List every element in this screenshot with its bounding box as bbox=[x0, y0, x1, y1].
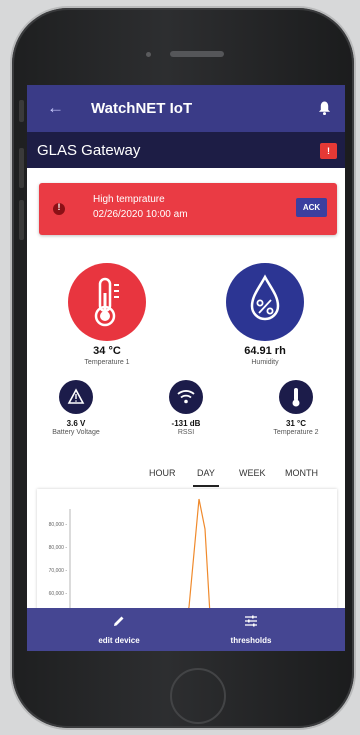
rssi-value: -131 dB bbox=[171, 419, 201, 428]
alert-banner: High temprature 02/26/2020 10:00 am ACK bbox=[39, 183, 337, 235]
thermometer-icon bbox=[292, 388, 300, 407]
front-camera bbox=[146, 52, 151, 57]
sensor-temperature-2[interactable]: 31 °C Temperature 2 bbox=[251, 380, 341, 436]
tab-day[interactable]: DAY bbox=[193, 465, 219, 487]
humidity-label: Humidity bbox=[251, 359, 279, 366]
volume-up-button bbox=[19, 148, 24, 188]
app-title: WatchNET IoT bbox=[91, 100, 193, 117]
humidity-value: 64.91 rh bbox=[244, 345, 286, 357]
temperature-1-label: Temperature 1 bbox=[84, 359, 130, 366]
pencil-icon bbox=[114, 616, 124, 626]
edit-device-button[interactable]: edit device bbox=[69, 614, 169, 645]
battery-voltage-value: 3.6 V bbox=[66, 419, 86, 428]
alert-title: High temprature bbox=[93, 194, 165, 205]
mute-switch bbox=[19, 100, 24, 122]
earpiece-speaker bbox=[170, 51, 224, 57]
thresholds-label: thresholds bbox=[230, 636, 272, 645]
temperature-2-circle bbox=[279, 380, 313, 414]
humidity-drop-icon bbox=[250, 274, 280, 321]
tab-hour[interactable]: HOUR bbox=[149, 465, 176, 485]
thermometer-icon bbox=[94, 277, 119, 327]
bell-icon[interactable] bbox=[318, 100, 331, 116]
app-bar: ← WatchNET IoT bbox=[27, 85, 345, 132]
humidity-circle bbox=[226, 263, 304, 341]
tab-month[interactable]: MONTH bbox=[285, 465, 318, 485]
sensor-temperature-1[interactable]: 34 °C Temperature 1 bbox=[47, 263, 167, 366]
alert-icon bbox=[53, 202, 65, 215]
rssi-circle bbox=[169, 380, 203, 414]
battery-voltage-label: Battery Voltage bbox=[52, 429, 100, 436]
bottom-action-bar: edit device thresholds bbox=[27, 608, 345, 651]
sliders-icon bbox=[245, 615, 257, 627]
alert-timestamp: 02/26/2020 10:00 am bbox=[93, 209, 188, 220]
tab-week[interactable]: WEEK bbox=[239, 465, 266, 485]
temperature-1-value: 34 °C bbox=[93, 345, 121, 357]
wifi-icon bbox=[177, 390, 195, 404]
alert-badge-icon[interactable]: ! bbox=[320, 143, 337, 159]
time-range-tabs: HOUR DAY WEEK MONTH bbox=[143, 465, 343, 487]
battery-circle bbox=[59, 380, 93, 414]
home-button[interactable] bbox=[170, 668, 226, 724]
temperature-circle bbox=[68, 263, 146, 341]
edit-device-label: edit device bbox=[98, 636, 140, 645]
volume-down-button bbox=[19, 200, 24, 240]
sensor-rssi[interactable]: -131 dB RSSI bbox=[141, 380, 231, 436]
back-arrow-icon[interactable]: ← bbox=[47, 98, 64, 118]
device-title: GLAS Gateway bbox=[37, 142, 141, 159]
device-header: GLAS Gateway ! bbox=[27, 132, 345, 168]
app-screen: ← WatchNET IoT GLAS Gateway ! High tempr… bbox=[27, 85, 345, 651]
ack-button[interactable]: ACK bbox=[296, 198, 327, 217]
thresholds-button[interactable]: thresholds bbox=[201, 614, 301, 645]
warning-icon bbox=[67, 388, 85, 404]
sensor-battery-voltage[interactable]: 3.6 V Battery Voltage bbox=[31, 380, 121, 436]
rssi-label: RSSI bbox=[177, 429, 195, 436]
temperature-2-label: Temperature 2 bbox=[273, 429, 319, 436]
temperature-2-value: 31 °C bbox=[285, 419, 307, 428]
sensor-humidity[interactable]: 64.91 rh Humidity bbox=[205, 263, 325, 366]
